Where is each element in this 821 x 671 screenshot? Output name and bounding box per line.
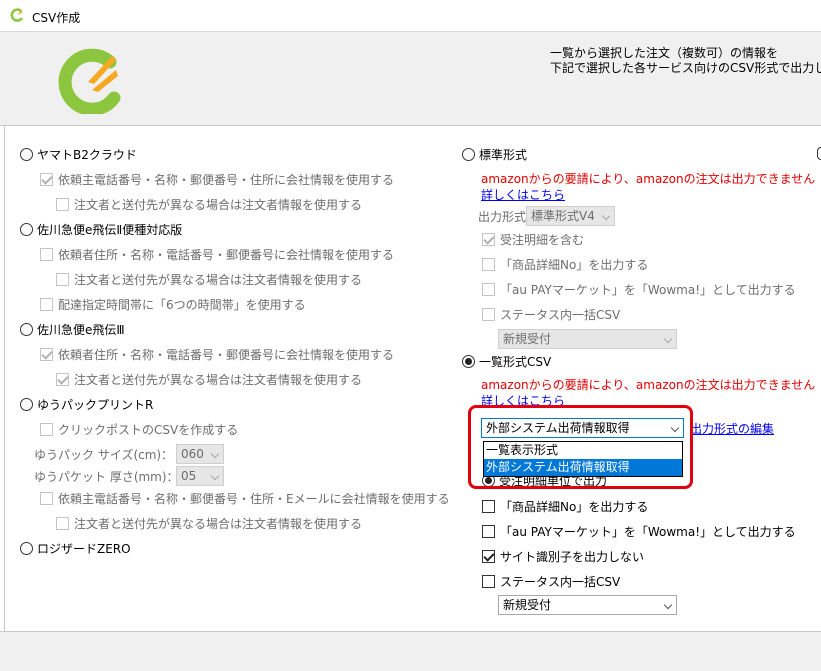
radio-sagawa-ii[interactable]: 佐川急便e飛伝Ⅱ便種対応版 <box>20 222 182 238</box>
yamato-orderer-info-checkbox[interactable]: 注文者と送付先が異なる場合は注文者情報を使用する <box>56 197 362 213</box>
list-status-select[interactable]: 新規受付 <box>498 595 677 615</box>
yupack-orderer-info-checkbox[interactable]: 注文者と送付先が異なる場合は注文者情報を使用する <box>56 516 362 532</box>
title-bar: CSV作成 <box>0 0 821 31</box>
yupacket-thickness-label: ゆうパケット 厚さ(mm)： <box>34 470 179 484</box>
sagawa-ii-company-info-checkbox[interactable]: 依頼者住所・名称・電話番号・郵便番号に会社情報を使用する <box>40 247 394 263</box>
standard-status-bulk-checkbox[interactable]: ステータス内一括CSV <box>482 307 620 323</box>
standard-format-select[interactable]: 標準形式V4 <box>526 206 615 226</box>
sagawa-ii-time-slot-checkbox[interactable]: 配達指定時間帯に「6つの時間帯」を使用する <box>40 297 306 313</box>
chevron-down-icon <box>670 423 680 433</box>
standard-product-detail-no-checkbox[interactable]: 「商品詳細No」を出力する <box>482 257 648 273</box>
window-title: CSV作成 <box>32 11 81 25</box>
app-logo-icon <box>10 8 24 22</box>
dropdown-option[interactable]: 一覧表示形式 <box>484 442 682 459</box>
radio-sagawa-iii[interactable]: 佐川急便e飛伝Ⅲ <box>20 322 125 338</box>
radio-list-format-csv[interactable]: 一覧形式CSV <box>462 354 551 370</box>
standard-include-details-checkbox[interactable]: 受注明細を含む <box>482 232 584 248</box>
yupack-clickpost-checkbox[interactable]: クリックポストのCSVを作成する <box>40 422 238 438</box>
dropdown-option-selected[interactable]: 外部システム出荷情報取得 <box>484 459 682 476</box>
yupacket-thickness-select[interactable]: 05 <box>176 466 224 486</box>
standard-au-pay-wowma-checkbox[interactable]: 「au PAYマーケット」を「Wowma!」として出力する <box>482 282 796 298</box>
list-au-pay-wowma-checkbox[interactable]: 「au PAYマーケット」を「Wowma!」として出力する <box>482 524 796 540</box>
yupack-size-label: ゆうパック サイズ(cm)： <box>34 448 174 462</box>
chevron-down-icon <box>601 211 611 221</box>
radio-partial-offscreen[interactable] <box>817 147 821 160</box>
list-details-link[interactable]: 詳しくはこちら <box>481 393 565 409</box>
radio-logizard[interactable]: ロジザードZERO <box>20 541 131 557</box>
sagawa-iii-company-info-checkbox[interactable]: 依頼者住所・名称・電話番号・郵便番号に会社情報を使用する <box>40 347 394 363</box>
standard-status-select[interactable]: 新規受付 <box>498 329 677 349</box>
brand-logo <box>58 48 121 114</box>
list-format-dropdown[interactable]: 一覧表示形式 外部システム出荷情報取得 <box>483 441 683 477</box>
radio-yamato[interactable]: ヤマトB2クラウド <box>20 147 137 163</box>
chevron-down-icon <box>663 334 673 344</box>
radio-yamato-circle[interactable] <box>20 148 33 161</box>
yupack-size-select[interactable]: 060 <box>176 444 224 464</box>
standard-format-label: 出力形式 <box>478 210 527 224</box>
header-message: 一覧から選択した注文（複数可）の情報を 下記で選択した各サービス向けのCSV形式… <box>550 46 821 75</box>
list-status-bulk-checkbox[interactable]: ステータス内一括CSV <box>482 574 620 590</box>
header-panel: 一覧から選択した注文（複数可）の情報を 下記で選択した各サービス向けのCSV形式… <box>0 31 821 126</box>
list-format-select[interactable]: 外部システム出荷情報取得 <box>481 418 684 438</box>
radio-standard-format[interactable]: 標準形式 <box>462 147 527 163</box>
radio-yupack[interactable]: ゆうパックプリントR <box>20 397 153 413</box>
sagawa-iii-orderer-info-checkbox[interactable]: 注文者と送付先が異なる場合は注文者情報を使用する <box>56 372 362 388</box>
yupack-company-info-checkbox[interactable]: 依頼主電話番号・名称・郵便番号・住所・Eメールに会社情報を使用する <box>40 491 450 507</box>
standard-amazon-warning: amazonからの要請により、amazonの注文は出力できません <box>481 172 816 186</box>
list-product-detail-no-checkbox[interactable]: 「商品詳細No」を出力する <box>482 499 648 515</box>
sagawa-ii-orderer-info-checkbox[interactable]: 注文者と送付先が異なる場合は注文者情報を使用する <box>56 272 362 288</box>
edit-output-format-link[interactable]: 出力形式の編集 <box>690 421 774 437</box>
yamato-company-info-checkbox[interactable]: 依頼主電話番号・名称・郵便番号・住所に会社情報を使用する <box>40 172 394 188</box>
footer-panel <box>0 631 821 671</box>
chevron-down-icon <box>210 471 220 481</box>
standard-details-link[interactable]: 詳しくはこちら <box>481 187 565 203</box>
chevron-down-icon <box>210 449 220 459</box>
chevron-down-icon <box>663 600 673 610</box>
list-no-site-id-checkbox[interactable]: サイト識別子を出力しない <box>482 549 644 565</box>
list-amazon-warning: amazonからの要請により、amazonの注文は出力できません <box>481 378 816 392</box>
